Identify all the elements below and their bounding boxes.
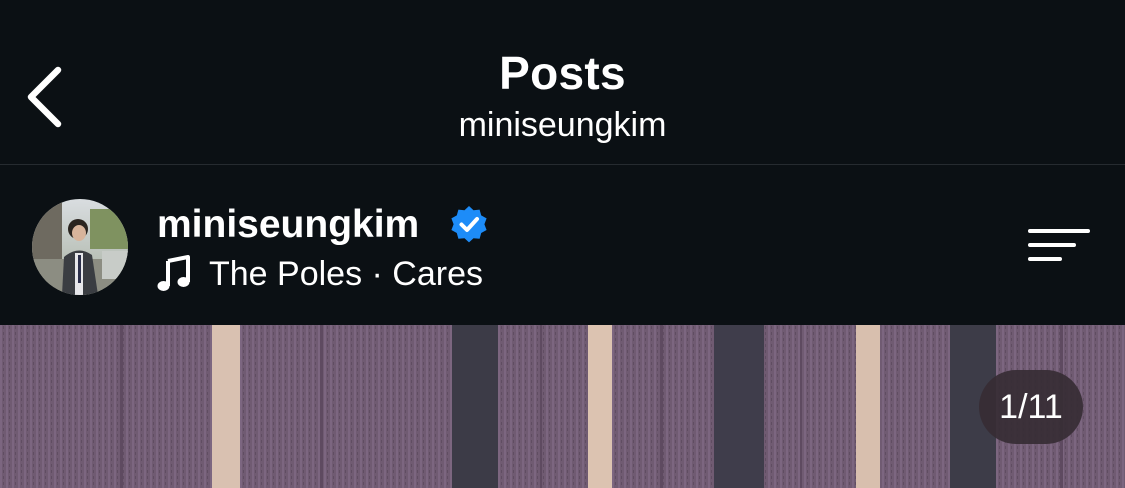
post-media-image[interactable]	[0, 325, 1125, 488]
audio-track-label[interactable]: The Poles · Cares	[209, 255, 483, 294]
media-counter-badge: 1/11	[979, 370, 1083, 444]
avatar-photo	[32, 199, 128, 295]
menu-line-middle	[1028, 243, 1076, 247]
menu-lines-icon	[1028, 229, 1090, 233]
post-header: miniseungkim The Poles · Cares	[0, 165, 1125, 325]
more-options-button[interactable]	[1028, 227, 1090, 263]
page-title: Posts	[499, 47, 626, 99]
avatar[interactable]	[32, 199, 128, 295]
post-photo	[0, 325, 1125, 488]
music-note-icon	[157, 255, 190, 291]
verified-badge-icon	[451, 206, 487, 243]
post-username[interactable]: miniseungkim	[157, 203, 419, 247]
menu-line-bottom	[1028, 257, 1062, 261]
page-subtitle-username[interactable]: miniseungkim	[0, 106, 1125, 145]
top-navigation-bar: Posts miniseungkim	[0, 0, 1125, 164]
